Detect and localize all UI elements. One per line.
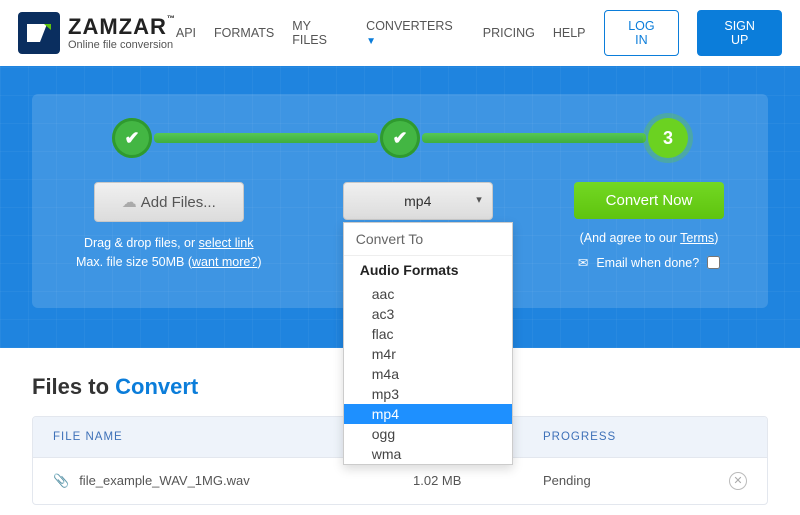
file-progress: Pending	[543, 473, 717, 488]
agree-text: (And agree to our Terms)	[580, 231, 719, 245]
brand-name: ZAMZAR	[68, 14, 167, 39]
format-select[interactable]: mp4	[343, 182, 493, 220]
format-option-mp4[interactable]: mp4	[344, 404, 512, 424]
nav-formats[interactable]: FORMATS	[214, 26, 274, 40]
add-files-button[interactable]: ☁Add Files...	[94, 182, 244, 222]
email-when-done: ✉ Email when done?	[578, 255, 720, 270]
login-button[interactable]: LOG IN	[604, 10, 680, 56]
add-files-col: ☁Add Files... Drag & drop files, or sele…	[76, 182, 262, 272]
nav-converters[interactable]: CONVERTERS ▼	[366, 19, 465, 47]
chevron-down-icon: ▼	[366, 36, 376, 47]
nav-help[interactable]: HELP	[553, 26, 586, 40]
format-option-ogg[interactable]: ogg	[344, 424, 512, 444]
format-col: mp4 Convert To Audio Formats aacac3flacm…	[343, 182, 493, 220]
want-more-link[interactable]: want more?	[192, 255, 257, 269]
main-nav: API FORMATS MY FILES CONVERTERS ▼ PRICIN…	[176, 10, 782, 56]
paperclip-icon: 📎	[53, 473, 69, 489]
format-option-ac3[interactable]: ac3	[344, 304, 512, 324]
nav-myfiles[interactable]: MY FILES	[292, 19, 348, 47]
dropdown-group-label: Audio Formats	[344, 256, 512, 284]
dropdown-header: Convert To	[344, 223, 512, 256]
envelope-icon: ✉	[578, 255, 588, 270]
top-header: ZAMZAR™ Online file conversion API FORMA…	[0, 0, 800, 66]
logo[interactable]: ZAMZAR™ Online file conversion	[18, 12, 176, 54]
add-files-hint: Drag & drop files, or select link Max. f…	[76, 234, 262, 272]
format-option-mp3[interactable]: mp3	[344, 384, 512, 404]
step-2-done-icon	[380, 118, 420, 158]
conversion-panel: 3 ☁Add Files... Drag & drop files, or se…	[32, 94, 768, 308]
email-checkbox[interactable]	[707, 256, 720, 269]
format-option-wma[interactable]: wma	[344, 444, 512, 464]
email-label: Email when done?	[596, 256, 699, 270]
convert-col: Convert Now (And agree to our Terms) ✉ E…	[574, 182, 724, 270]
terms-link[interactable]: Terms	[680, 231, 714, 245]
col-progress: PROGRESS	[543, 431, 717, 443]
brand-tagline: Online file conversion	[68, 39, 176, 51]
step-1-done-icon	[112, 118, 152, 158]
convert-now-button[interactable]: Convert Now	[574, 182, 724, 219]
step-3-current: 3	[648, 118, 688, 158]
step-connector	[422, 133, 646, 143]
format-option-flac[interactable]: flac	[344, 324, 512, 344]
file-size: 1.02 MB	[413, 473, 543, 488]
logo-text: ZAMZAR™ Online file conversion	[68, 15, 176, 51]
file-name: file_example_WAV_1MG.wav	[79, 473, 250, 488]
step-connector	[154, 133, 378, 143]
trademark: ™	[167, 14, 176, 23]
hero: 3 ☁Add Files... Drag & drop files, or se…	[0, 66, 800, 348]
logo-icon	[18, 12, 60, 54]
format-option-m4r[interactable]: m4r	[344, 344, 512, 364]
format-dropdown: Convert To Audio Formats aacac3flacm4rm4…	[343, 222, 513, 465]
controls-row: ☁Add Files... Drag & drop files, or sele…	[76, 182, 724, 272]
nav-api[interactable]: API	[176, 26, 196, 40]
format-option-aac[interactable]: aac	[344, 284, 512, 304]
signup-button[interactable]: SIGN UP	[697, 10, 782, 56]
upload-icon: ☁	[122, 194, 137, 211]
step-indicator: 3	[76, 118, 724, 164]
remove-file-button[interactable]: ✕	[729, 472, 747, 490]
format-option-m4a[interactable]: m4a	[344, 364, 512, 384]
nav-pricing[interactable]: PRICING	[483, 26, 535, 40]
select-link[interactable]: select link	[199, 236, 254, 250]
